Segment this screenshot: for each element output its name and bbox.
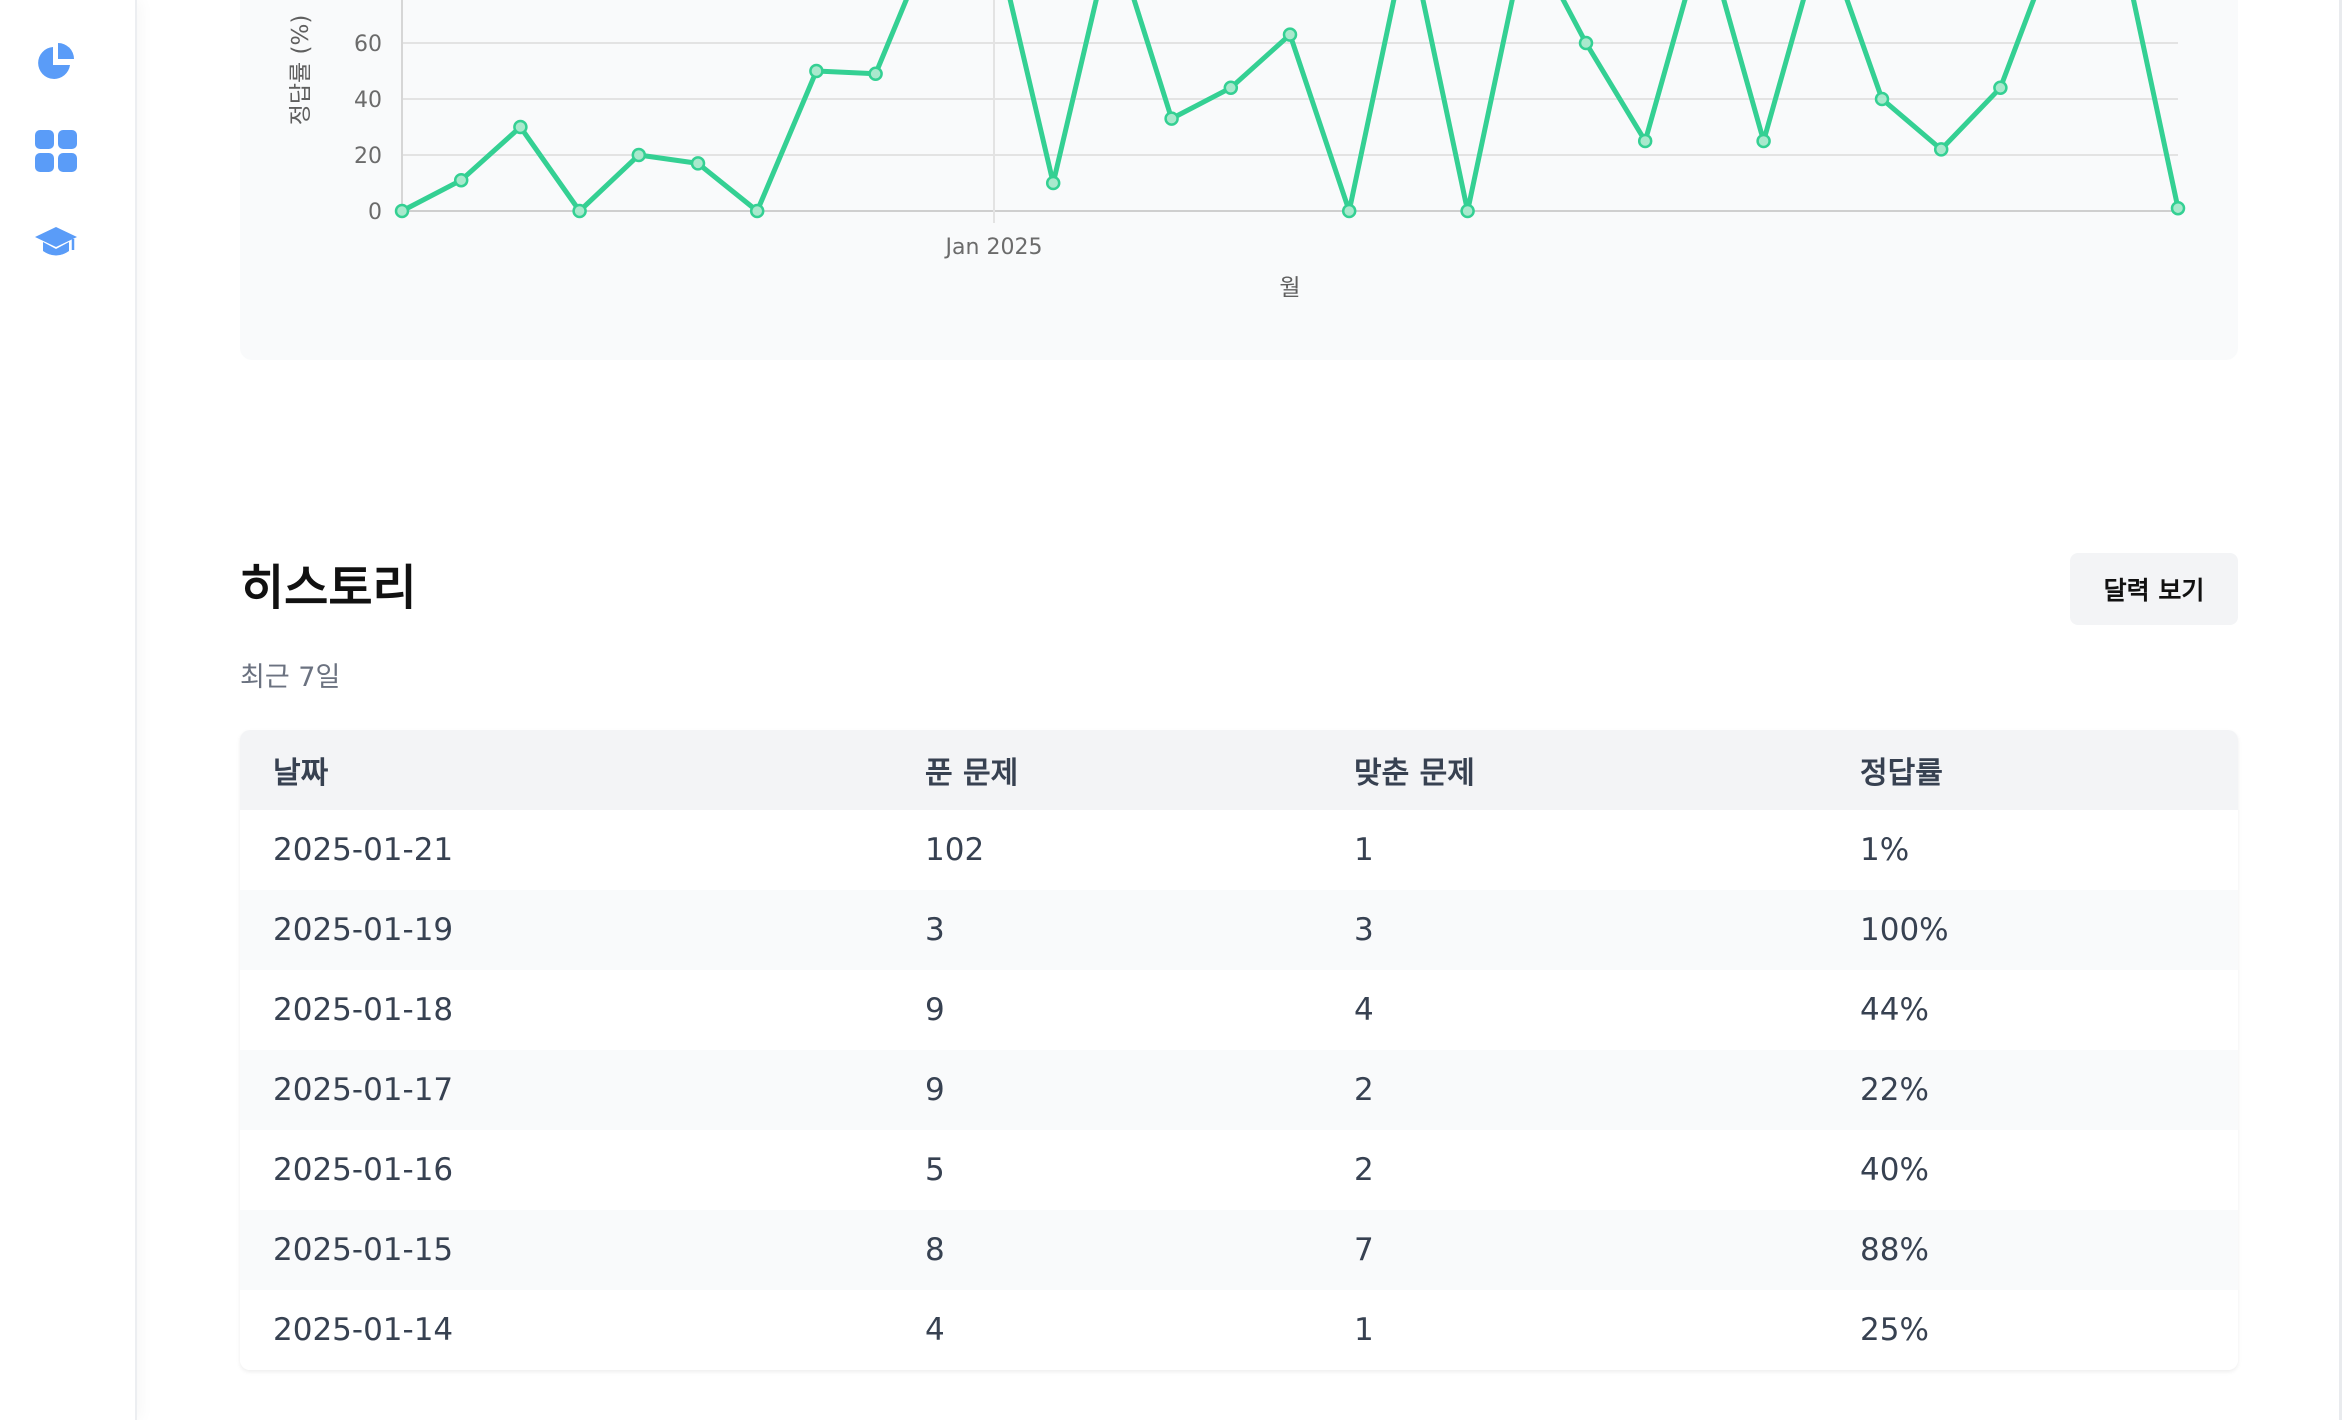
cell-correct: 7 xyxy=(1321,1210,1827,1290)
column-header-correct: 맞춘 문제 xyxy=(1321,730,1827,810)
y-tick-label: 60 xyxy=(354,32,382,57)
data-point xyxy=(1756,133,1771,149)
data-point xyxy=(868,66,883,82)
column-header-date: 날짜 xyxy=(240,730,892,810)
data-point xyxy=(1874,91,1890,107)
data-point xyxy=(1341,203,1357,219)
y-axis-title: 정답률 (%) xyxy=(288,15,314,126)
history-subtitle: 최근 7일 xyxy=(240,662,341,693)
cell-solved: 3 xyxy=(892,890,1321,970)
cell-accuracy: 88% xyxy=(1827,1210,2238,1290)
y-tick-label: 20 xyxy=(354,144,382,169)
cell-date: 2025-01-15 xyxy=(240,1210,892,1290)
x-axis-title: 월 xyxy=(1279,275,1300,301)
dashboard-grid-icon[interactable] xyxy=(33,128,79,174)
history-table: 날짜 푼 문제 맞춘 문제 정답률 2025-01-21 102 1 1% 20… xyxy=(240,730,2238,1370)
cell-date: 2025-01-14 xyxy=(240,1290,892,1370)
table-header-row: 날짜 푼 문제 맞춘 문제 정답률 xyxy=(240,730,2238,810)
data-point xyxy=(453,172,469,188)
table-row: 2025-01-17 9 2 22% xyxy=(240,1050,2238,1130)
cell-solved: 8 xyxy=(892,1210,1321,1290)
table-row: 2025-01-21 102 1 1% xyxy=(240,810,2238,890)
cell-date: 2025-01-18 xyxy=(240,970,892,1050)
data-point xyxy=(690,156,706,171)
cell-accuracy: 22% xyxy=(1827,1050,2238,1130)
cell-date: 2025-01-19 xyxy=(240,890,892,970)
data-point xyxy=(1993,80,2008,96)
table-row: 2025-01-19 3 3 100% xyxy=(240,890,2238,970)
cell-correct: 1 xyxy=(1321,1290,1827,1370)
accuracy-chart-card: 0 20 40 60 Jan 2025 월 정답률 (%) xyxy=(240,0,2238,360)
data-point xyxy=(809,63,824,79)
x-tick-label: Jan 2025 xyxy=(944,235,1043,260)
column-header-solved: 푼 문제 xyxy=(892,730,1321,810)
cell-solved: 102 xyxy=(892,810,1321,890)
data-point xyxy=(1637,133,1653,149)
cell-correct: 1 xyxy=(1321,810,1827,890)
table-row: 2025-01-16 5 2 40% xyxy=(240,1130,2238,1210)
graduation-cap-icon[interactable] xyxy=(33,220,79,266)
data-point xyxy=(1933,142,1949,157)
data-point xyxy=(1282,27,1298,42)
cell-accuracy: 25% xyxy=(1827,1290,2238,1370)
cell-date: 2025-01-16 xyxy=(240,1130,892,1210)
y-tick-label: 40 xyxy=(354,88,382,113)
table-row: 2025-01-14 4 1 25% xyxy=(240,1290,2238,1370)
data-point xyxy=(2170,200,2186,216)
data-point xyxy=(631,147,647,163)
data-point xyxy=(394,203,410,219)
data-point xyxy=(1578,35,1594,51)
cell-solved: 5 xyxy=(892,1130,1321,1210)
data-point xyxy=(1223,80,1239,96)
data-point xyxy=(749,203,765,219)
cell-accuracy: 44% xyxy=(1827,970,2238,1050)
sidebar xyxy=(0,0,137,1420)
pie-chart-icon[interactable] xyxy=(33,40,79,86)
cell-solved: 4 xyxy=(892,1290,1321,1370)
calendar-view-button[interactable]: 달력 보기 xyxy=(2070,553,2238,625)
accuracy-line-chart: 0 20 40 60 Jan 2025 월 정답률 (%) xyxy=(288,0,2186,301)
cell-solved: 9 xyxy=(892,970,1321,1050)
data-point xyxy=(572,203,587,219)
table-row: 2025-01-15 8 7 88% xyxy=(240,1210,2238,1290)
column-header-accuracy: 정답률 xyxy=(1827,730,2238,810)
cell-accuracy: 40% xyxy=(1827,1130,2238,1210)
table-row: 2025-01-18 9 4 44% xyxy=(240,970,2238,1050)
data-point xyxy=(1164,111,1179,126)
data-point xyxy=(1460,203,1475,219)
history-title: 히스토리 xyxy=(240,560,417,616)
cell-date: 2025-01-17 xyxy=(240,1050,892,1130)
data-point xyxy=(1045,175,1061,191)
cell-correct: 2 xyxy=(1321,1130,1827,1210)
cell-accuracy: 100% xyxy=(1827,890,2238,970)
cell-correct: 4 xyxy=(1321,970,1827,1050)
cell-solved: 9 xyxy=(892,1050,1321,1130)
data-point xyxy=(513,119,528,135)
cell-date: 2025-01-21 xyxy=(240,810,892,890)
cell-correct: 3 xyxy=(1321,890,1827,970)
y-tick-label: 0 xyxy=(368,200,382,225)
cell-accuracy: 1% xyxy=(1827,810,2238,890)
cell-correct: 2 xyxy=(1321,1050,1827,1130)
